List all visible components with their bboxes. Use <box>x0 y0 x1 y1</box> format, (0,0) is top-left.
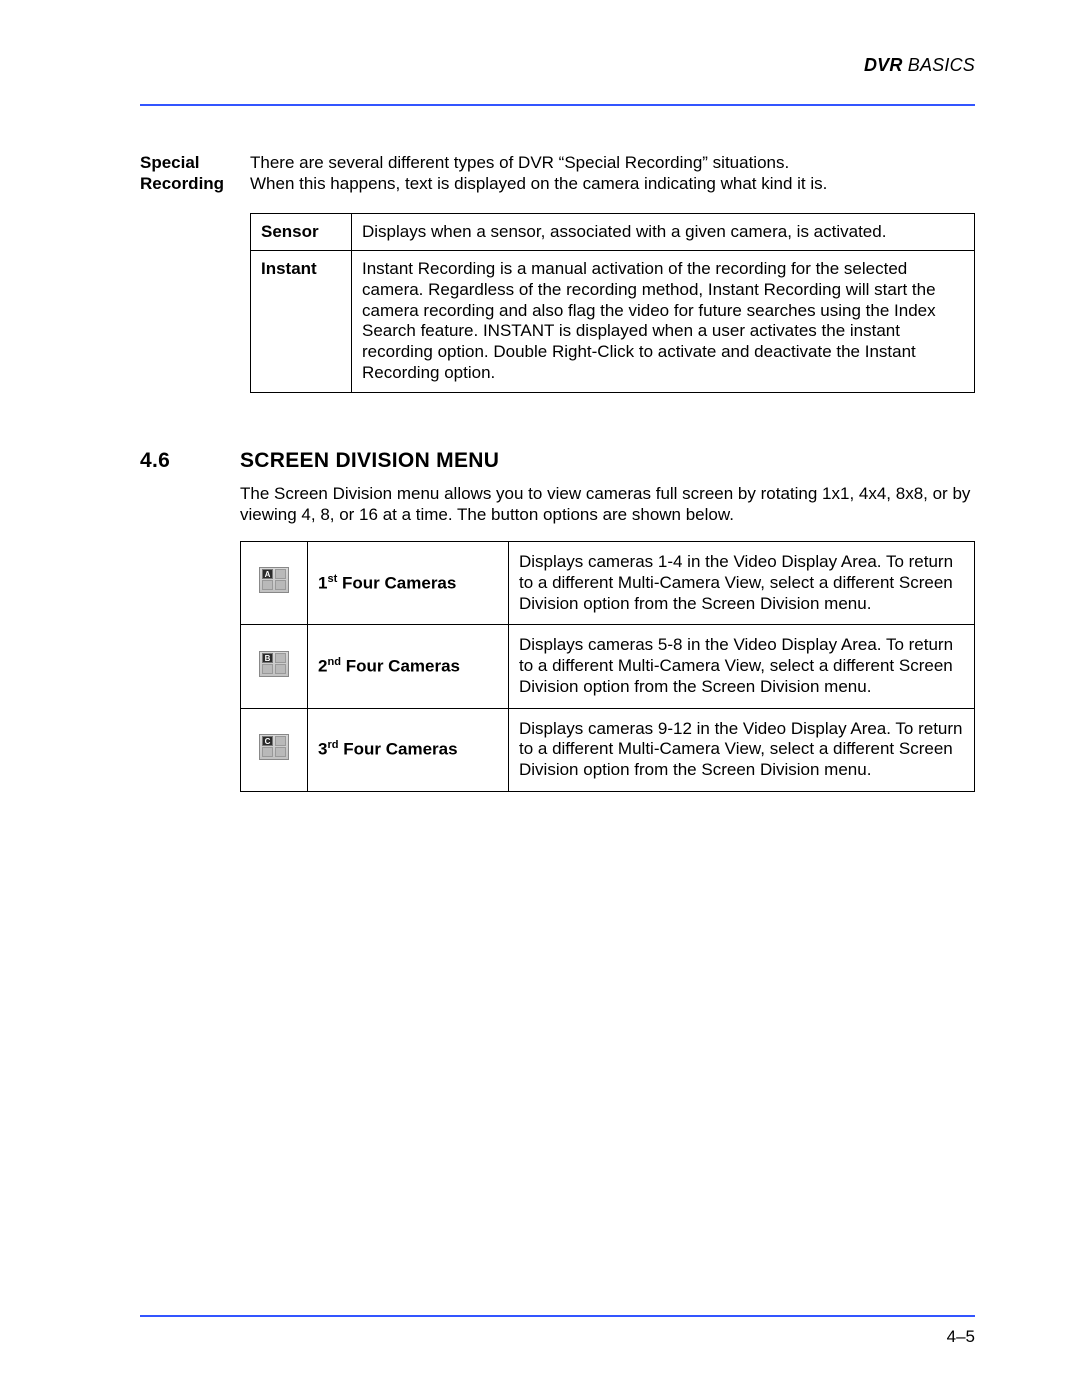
document-page: DVR BASICS Special Recording There are s… <box>0 0 1080 1397</box>
special-intro-2: When this happens, text is displayed on … <box>250 173 975 194</box>
icon-tag: C <box>262 736 273 746</box>
table-row: C 3rd Four Cameras Displays cameras 9-12… <box>241 708 975 791</box>
special-intro-1: There are several different types of DVR… <box>250 152 975 173</box>
quad-grid-icon: A <box>259 567 289 593</box>
row-desc: Displays cameras 9-12 in the Video Displ… <box>509 708 975 791</box>
name-rest: Four Cameras <box>337 573 456 592</box>
row-name: 2nd Four Cameras <box>308 625 509 708</box>
table-icon-cell: A <box>241 542 308 625</box>
running-header: DVR BASICS <box>140 55 975 76</box>
row-desc: Displays when a sensor, associated with … <box>352 213 975 251</box>
section-number: 4.6 <box>140 449 240 473</box>
row-label: Sensor <box>251 213 352 251</box>
special-recording-block: Special Recording There are several diff… <box>140 152 975 393</box>
quad-grid-icon: B <box>259 651 289 677</box>
header-rule <box>140 104 975 106</box>
section-heading: 4.6 SCREEN DIVISION MENU <box>140 449 975 473</box>
row-desc: Displays cameras 5-8 in the Video Displa… <box>509 625 975 708</box>
row-name: 3rd Four Cameras <box>308 708 509 791</box>
header-bold: DVR <box>864 55 903 75</box>
special-table: Sensor Displays when a sensor, associate… <box>250 213 975 393</box>
table-icon-cell: B <box>241 625 308 708</box>
name-rest: Four Cameras <box>341 656 460 675</box>
header-rest: BASICS <box>903 55 975 75</box>
row-name: 1st Four Cameras <box>308 542 509 625</box>
table-icon-cell: C <box>241 708 308 791</box>
table-row: A 1st Four Cameras Displays cameras 1-4 … <box>241 542 975 625</box>
icon-tag: B <box>262 653 273 663</box>
special-body: There are several different types of DVR… <box>250 152 975 393</box>
section-title: SCREEN DIVISION MENU <box>240 449 499 473</box>
quad-grid-icon: C <box>259 734 289 760</box>
row-label: Instant <box>251 251 352 392</box>
table-row: B 2nd Four Cameras Displays cameras 5-8 … <box>241 625 975 708</box>
screen-division-table: A 1st Four Cameras Displays cameras 1-4 … <box>240 541 975 792</box>
table-row: Instant Instant Recording is a manual ac… <box>251 251 975 392</box>
icon-tag: A <box>262 569 273 579</box>
ord-sup: nd <box>327 656 341 668</box>
page-number: 4–5 <box>947 1327 975 1347</box>
ord-sup: st <box>327 573 337 585</box>
ord-sup: rd <box>327 739 338 751</box>
name-rest: Four Cameras <box>339 740 458 759</box>
side-label-special: Special Recording <box>140 152 250 393</box>
row-desc: Instant Recording is a manual activation… <box>352 251 975 392</box>
footer-rule <box>140 1315 975 1317</box>
section-intro: The Screen Division menu allows you to v… <box>240 483 975 526</box>
table-row: Sensor Displays when a sensor, associate… <box>251 213 975 251</box>
row-desc: Displays cameras 1-4 in the Video Displa… <box>509 542 975 625</box>
